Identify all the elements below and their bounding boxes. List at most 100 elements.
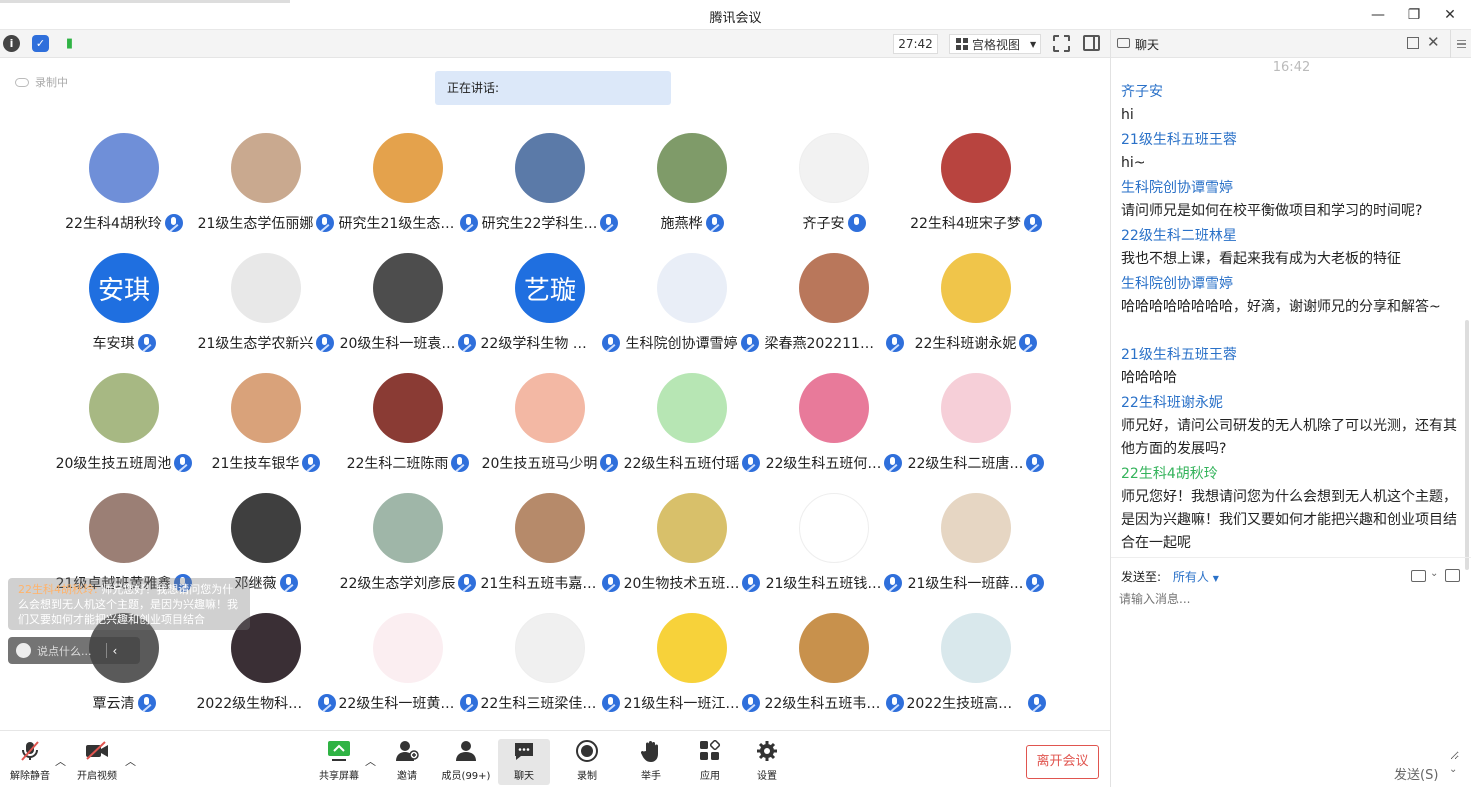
message-sender[interactable]: 生科院创协谭雪婷: [1121, 177, 1457, 200]
close-icon[interactable]: ✕: [1439, 4, 1461, 26]
participant-tile[interactable]: 22级生科五班付瑶: [621, 373, 763, 483]
send-to-label: 发送至:: [1121, 570, 1162, 584]
chat-message-input[interactable]: [1119, 590, 1459, 760]
participant-tile[interactable]: 齐子安: [763, 133, 905, 243]
participant-tile[interactable]: 22生科二班陈雨: [337, 373, 479, 483]
start-video-button[interactable]: 开启视频: [67, 739, 127, 785]
record-label: 录制: [577, 771, 597, 782]
participant-tile[interactable]: 22级生科一班黄丹凤: [337, 613, 479, 723]
invite-button[interactable]: 邀请: [377, 739, 437, 785]
mic-muted-icon: [601, 694, 620, 712]
unmute-button[interactable]: 解除静音: [0, 739, 60, 785]
mic-muted-icon: [601, 574, 620, 592]
participant-name-row: 21级生科一班江…: [621, 693, 763, 713]
participant-tile[interactable]: 22生科三班梁佳明2…: [479, 613, 621, 723]
raise-hand-button[interactable]: 举手: [621, 739, 681, 785]
participant-name-row: 22生科三班梁佳明2…: [479, 693, 621, 713]
participant-tile[interactable]: 22级生科五班何…: [763, 373, 905, 483]
participant-name: 2022级生物科学…: [196, 696, 315, 712]
participant-tile[interactable]: 20级生科一班袁…: [337, 253, 479, 363]
participant-tile[interactable]: 22级生科二班唐…: [905, 373, 1047, 483]
menu-icon[interactable]: [1450, 30, 1471, 58]
chat-popup[interactable]: 22生科4胡秋玲: 师兄您好！我想请问您为什么会想到无人机这个主题，是因为兴趣嘛…: [8, 578, 250, 630]
avatar: [89, 493, 159, 563]
participant-tile[interactable]: 22级生科五班韦艳珍: [763, 613, 905, 723]
participant-tile[interactable]: 梁春燕2022110…: [763, 253, 905, 363]
participant-tile[interactable]: 研究生22学科生…: [479, 133, 621, 243]
info-icon[interactable]: i: [3, 35, 20, 52]
participant-tile[interactable]: 生科院创协谭雪婷: [621, 253, 763, 363]
participant-name: 22级生科五班付瑶: [623, 456, 740, 472]
sidebar-toggle-icon[interactable]: [1083, 35, 1100, 51]
minimize-icon[interactable]: —: [1367, 4, 1389, 26]
send-button[interactable]: 发送(S): [1394, 764, 1438, 783]
divider: [105, 643, 107, 658]
participant-tile[interactable]: 21级生态学伍丽娜: [195, 133, 337, 243]
message-sender[interactable]: 生科院创协谭雪婷: [1121, 273, 1457, 296]
signal-icon[interactable]: ▮: [61, 35, 78, 52]
participant-tile[interactable]: 21级生科一班薛…: [905, 493, 1047, 603]
chat-message: 22生科班谢永妮 师兄好，请问公司研发的无人机除了可以光测，还有其他方面的发展吗?: [1121, 392, 1457, 461]
send-to-select[interactable]: 所有人 ▼: [1173, 570, 1219, 584]
participant-tile[interactable]: 20生技五班马少明: [479, 373, 621, 483]
meeting-window: 腾讯会议 — ❐ ✕ i ✓ ▮ 27:42 宫格视图 ▼ 录制中 正在讲话: …: [0, 0, 1471, 787]
participant-tile[interactable]: 艺璇 22级学科生物 方…: [479, 253, 621, 363]
popout-icon[interactable]: [1407, 37, 1419, 49]
participant-tile[interactable]: 安琪 车安琪: [53, 253, 195, 363]
participant-tile[interactable]: 研究生21级生态学余…: [337, 133, 479, 243]
participant-name: 覃云清: [92, 696, 135, 712]
apps-button[interactable]: 应用: [680, 739, 740, 785]
leave-meeting-button[interactable]: 离开会议: [1026, 745, 1099, 779]
announcement-icon[interactable]: [1445, 569, 1460, 582]
video-options-caret[interactable]: ︿: [125, 753, 136, 769]
emoji-icon[interactable]: [16, 643, 31, 658]
chat-scrollbar[interactable]: [1465, 320, 1469, 570]
participant-tile[interactable]: 22级生态学刘彦辰: [337, 493, 479, 603]
message-sender[interactable]: 21级生科五班王蓉: [1121, 129, 1457, 152]
share-screen-button[interactable]: 共享屏幕: [309, 739, 369, 785]
audio-options-caret[interactable]: ︿: [55, 753, 66, 769]
video-area: i ✓ ▮ 27:42 宫格视图 ▼ 录制中 正在讲话: 22生科4胡秋玲 21级…: [0, 30, 1110, 730]
security-shield-icon[interactable]: ✓: [32, 35, 49, 52]
file-icon[interactable]: [1411, 570, 1426, 582]
record-button[interactable]: 录制: [557, 739, 617, 785]
invite-user-icon: [395, 739, 419, 763]
participant-name-row: 21级生科五班钱…: [763, 573, 905, 593]
chat-button[interactable]: 聊天: [498, 739, 550, 785]
participant-name-row: 22级生科五班付瑶: [621, 453, 763, 473]
avatar: [231, 253, 301, 323]
view-mode-select[interactable]: 宫格视图 ▼: [949, 34, 1041, 54]
chevron-down-icon[interactable]: ⌄: [1430, 568, 1438, 579]
message-timestamp: 16:42: [1272, 60, 1311, 75]
mic-muted-icon: [884, 574, 903, 592]
message-sender[interactable]: 齐子安: [1121, 81, 1457, 104]
participant-tile[interactable]: 22生科4胡秋玲: [53, 133, 195, 243]
share-options-caret[interactable]: ︿: [365, 753, 376, 769]
close-chat-icon[interactable]: ✕: [1427, 33, 1440, 51]
participant-tile[interactable]: 21级生科一班江…: [621, 613, 763, 723]
avatar: [231, 133, 301, 203]
settings-button[interactable]: 设置: [737, 739, 797, 785]
participant-tile[interactable]: 21生技车银华: [195, 373, 337, 483]
message-sender[interactable]: 22生科4胡秋玲: [1121, 463, 1457, 486]
fullscreen-icon[interactable]: [1053, 35, 1070, 52]
participant-tile[interactable]: 2022生技班高雅…: [905, 613, 1047, 723]
chevron-down-icon[interactable]: ⌄: [1449, 764, 1457, 775]
participant-name: 生科院创协谭雪婷: [625, 336, 738, 352]
message-sender[interactable]: 22生科班谢永妮: [1121, 392, 1457, 415]
participant-tile[interactable]: 20生物技术五班…: [621, 493, 763, 603]
participant-tile[interactable]: 21级生态学农新兴: [195, 253, 337, 363]
participant-tile[interactable]: 21生科五班韦嘉202…: [479, 493, 621, 603]
quick-chat-box[interactable]: 说点什么... ‹: [8, 637, 140, 664]
chevron-left-icon[interactable]: ‹: [113, 644, 118, 658]
participant-tile[interactable]: 施燕桦: [621, 133, 763, 243]
message-sender[interactable]: 21级生科五班王蓉: [1121, 344, 1457, 367]
message-sender[interactable]: 22级生科二班林星: [1121, 225, 1457, 248]
restore-icon[interactable]: ❐: [1403, 4, 1425, 26]
participant-tile[interactable]: 20级生技五班周池: [53, 373, 195, 483]
members-button[interactable]: 成员(99+): [436, 739, 496, 785]
participant-tile[interactable]: 21级生科五班钱…: [763, 493, 905, 603]
participant-name-row: 22级生态学刘彦辰: [337, 573, 479, 593]
participant-tile[interactable]: 22生科班谢永妮: [905, 253, 1047, 363]
participant-tile[interactable]: 22生科4班宋子梦: [905, 133, 1047, 243]
